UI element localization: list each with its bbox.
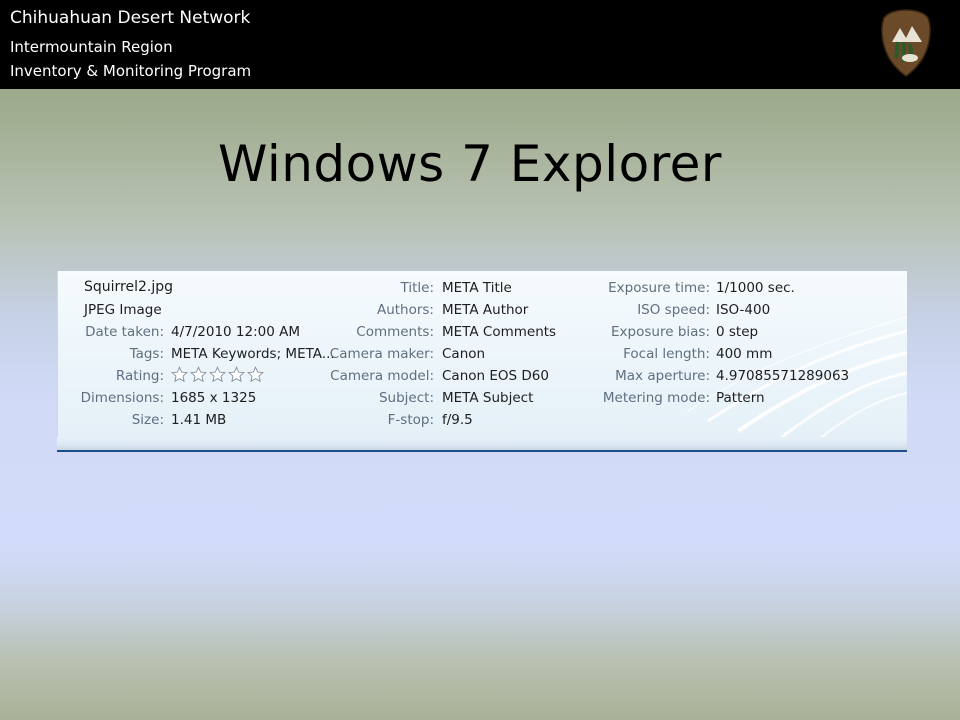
iso-speed-label: ISO speed: [637, 302, 710, 318]
aero-swoosh-decoration [687, 316, 907, 440]
rating-star-icon[interactable] [247, 366, 264, 383]
comments-value[interactable]: META Comments [442, 324, 556, 340]
slide-title: Windows 7 Explorer [218, 135, 722, 193]
date-taken-label: Date taken: [85, 324, 164, 340]
metering-mode-value[interactable]: Pattern [716, 390, 765, 406]
subject-value[interactable]: META Subject [442, 390, 533, 406]
f-stop-label: F-stop: [387, 412, 434, 428]
tags-label: Tags: [129, 346, 164, 362]
exposure-bias-value[interactable]: 0 step [716, 324, 758, 340]
rating-star-icon[interactable] [171, 366, 188, 383]
exposure-bias-label: Exposure bias: [611, 324, 710, 340]
network-name: Chihuahuan Desert Network [10, 8, 251, 28]
file-name: Squirrel2.jpg [84, 279, 174, 295]
camera-maker-value[interactable]: Canon [442, 346, 485, 362]
details-pane: Squirrel2.jpg JPEG Image Date taken: 4/7… [57, 271, 907, 440]
dimensions-label: Dimensions: [80, 390, 164, 406]
max-aperture-label: Max aperture: [615, 368, 710, 384]
size-label: Size: [131, 412, 164, 428]
rating-label: Rating: [115, 368, 164, 384]
camera-model-value[interactable]: Canon EOS D60 [442, 368, 549, 384]
comments-label: Comments: [356, 324, 434, 340]
focal-length-label: Focal length: [623, 346, 710, 362]
iso-speed-value[interactable]: ISO-400 [716, 302, 770, 318]
subject-label: Subject: [378, 390, 434, 406]
rating-star-icon[interactable] [190, 366, 207, 383]
file-type: JPEG Image [84, 302, 162, 318]
dimensions-value: 1685 x 1325 [171, 390, 257, 406]
metering-mode-label: Metering mode: [602, 390, 710, 406]
authors-label: Authors: [376, 302, 434, 318]
header-banner: Chihuahuan Desert Network Intermountain … [0, 0, 960, 89]
rating-star-icon[interactable] [228, 366, 245, 383]
nps-arrowhead-logo [881, 9, 931, 77]
region-name: Intermountain Region [10, 38, 173, 56]
exposure-time-label: Exposure time: [608, 280, 710, 296]
exposure-time-value[interactable]: 1/1000 sec. [716, 280, 795, 296]
rating-stars[interactable] [171, 366, 266, 385]
camera-maker-label: Camera maker: [329, 346, 434, 362]
size-value: 1.41 MB [171, 412, 227, 428]
title-value[interactable]: META Title [442, 280, 512, 296]
authors-value[interactable]: META Author [442, 302, 528, 318]
program-name: Inventory & Monitoring Program [10, 62, 252, 80]
title-label: Title: [400, 280, 434, 296]
date-taken-value[interactable]: 4/7/2010 12:00 AM [171, 324, 300, 340]
rating-star-icon[interactable] [209, 366, 226, 383]
f-stop-value[interactable]: f/9.5 [442, 412, 473, 428]
camera-model-label: Camera model: [330, 368, 434, 384]
max-aperture-value[interactable]: 4.97085571289063 [716, 368, 849, 384]
details-pane-bottom-edge [57, 437, 907, 452]
focal-length-value[interactable]: 400 mm [716, 346, 772, 362]
